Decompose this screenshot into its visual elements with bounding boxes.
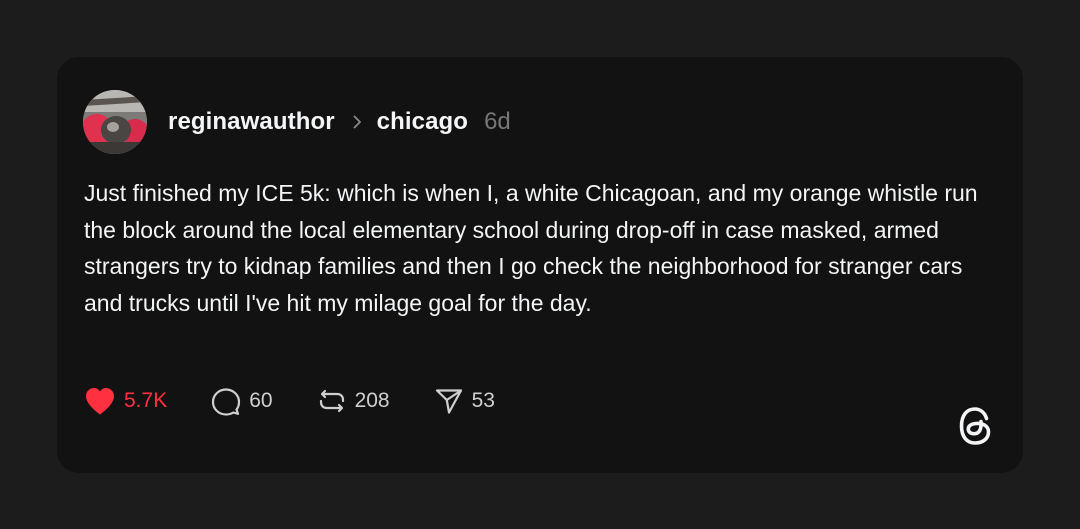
repost-count: 208 bbox=[354, 389, 390, 412]
threads-logo-icon[interactable] bbox=[956, 405, 994, 447]
post-card: reginawauthor chicago 6d Just finished m… bbox=[57, 57, 1023, 473]
post-header: reginawauthor chicago 6d bbox=[168, 105, 511, 139]
reply-button[interactable]: 60 bbox=[211, 386, 273, 416]
like-button[interactable]: 5.7K bbox=[84, 386, 167, 416]
chevron-right-icon bbox=[349, 114, 365, 130]
community-name[interactable]: chicago bbox=[377, 108, 468, 136]
repost-button[interactable]: 208 bbox=[317, 386, 390, 416]
avatar[interactable] bbox=[83, 90, 147, 154]
share-button[interactable]: 53 bbox=[434, 386, 495, 416]
comment-icon bbox=[211, 386, 241, 416]
send-icon bbox=[434, 386, 464, 416]
reply-count: 60 bbox=[249, 389, 273, 412]
author-username[interactable]: reginawauthor bbox=[168, 108, 335, 136]
repost-icon bbox=[317, 386, 347, 416]
post-actions: 5.7K 60 208 53 bbox=[84, 384, 539, 418]
post-timestamp: 6d bbox=[484, 108, 511, 135]
heart-icon bbox=[84, 386, 116, 416]
avatar-image bbox=[83, 90, 147, 154]
post-text: Just finished my ICE 5k: which is when I… bbox=[84, 180, 978, 316]
like-count: 5.7K bbox=[124, 389, 168, 412]
share-count: 53 bbox=[471, 389, 495, 412]
